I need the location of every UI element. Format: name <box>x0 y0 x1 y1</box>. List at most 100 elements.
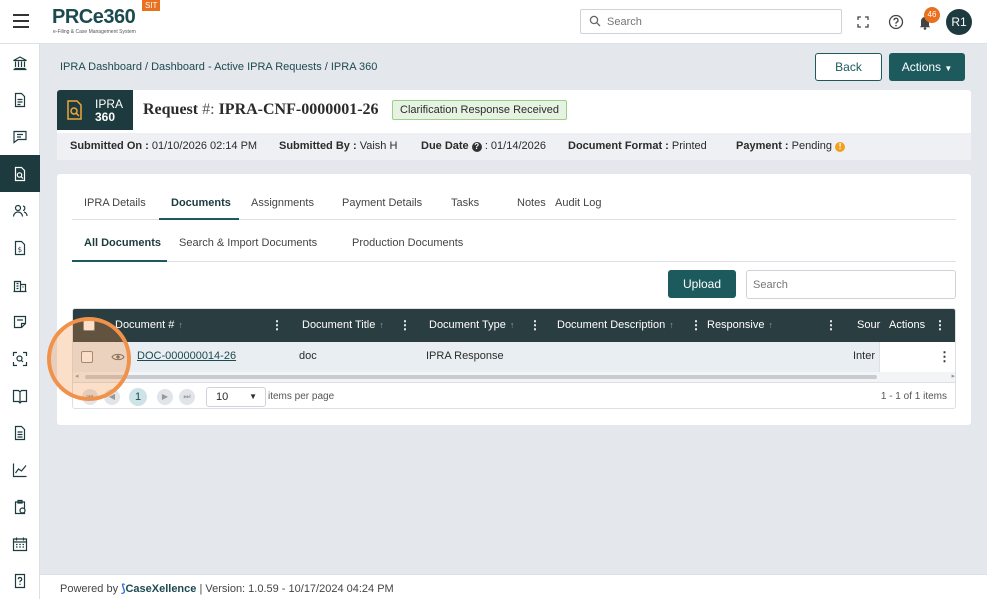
sidebar-item-scan[interactable] <box>0 340 40 377</box>
column-menu-icon[interactable]: ⋮ <box>271 318 283 332</box>
submitted-on: Submitted On : 01/10/2026 02:14 PM <box>70 140 257 152</box>
sidebar-item-tasks[interactable] <box>0 488 40 525</box>
submitted-by-value: Vaish H <box>359 140 398 152</box>
sidebar-item-ipra[interactable] <box>0 155 40 192</box>
col-responsive-label: Responsive <box>707 319 765 331</box>
sidebar-item-users[interactable] <box>0 192 40 229</box>
column-menu-icon[interactable]: ⋮ <box>825 318 837 332</box>
source-cell: Inter <box>853 350 876 362</box>
request-header-card: IPRA 360 Request #: IPRA-CNF-0000001-26 … <box>57 90 971 160</box>
svg-text:$: $ <box>18 246 22 254</box>
document-number-link[interactable]: DOC-000000014-26 <box>137 350 236 362</box>
submitted-on-value: 01/10/2026 02:14 PM <box>151 140 258 152</box>
request-title: Request #: IPRA-CNF-0000001-26 <box>143 101 379 119</box>
scrollbar-thumb[interactable] <box>85 375 877 379</box>
due-date-value: : 01/14/2026 <box>484 140 546 152</box>
sidebar-item-documents[interactable] <box>0 81 40 118</box>
breadcrumb[interactable]: IPRA Dashboard / Dashboard - Active IPRA… <box>60 61 377 73</box>
scroll-right-icon[interactable]: ▸ <box>951 372 955 380</box>
sidebar: $ <box>0 44 40 599</box>
subtab-all-documents[interactable]: All Documents <box>84 237 161 249</box>
sidebar-item-billing[interactable]: $ <box>0 229 40 266</box>
col-document-title[interactable]: Document Title ↑ <box>302 319 384 331</box>
upload-button[interactable]: Upload <box>668 270 736 298</box>
last-page-icon[interactable]: ⏭ <box>179 389 195 405</box>
sort-arrow-icon: ↑ <box>379 320 384 330</box>
submitted-by-label: Submitted By : <box>279 140 357 152</box>
document-search-icon <box>67 100 82 120</box>
active-subtab-indicator <box>72 260 167 262</box>
submitted-by: Submitted By : Vaish H <box>279 140 397 152</box>
fullscreen-icon[interactable] <box>853 12 873 32</box>
sidebar-item-help[interactable] <box>0 562 40 599</box>
grid-search[interactable] <box>746 270 956 299</box>
tab-payment-details[interactable]: Payment Details <box>342 197 422 209</box>
sidebar-item-agencies[interactable] <box>0 266 40 303</box>
col-document-type[interactable]: Document Type ↑ <box>429 319 514 331</box>
current-page[interactable]: 1 <box>129 388 147 406</box>
request-meta-row: Submitted On : 01/10/2026 02:14 PM Submi… <box>57 133 971 160</box>
actions-button[interactable]: Actions ▼ <box>889 53 965 81</box>
sidebar-item-library[interactable] <box>0 377 40 414</box>
tab-assignments[interactable]: Assignments <box>251 197 314 209</box>
next-page-icon[interactable]: ▶ <box>157 389 173 405</box>
sidebar-item-messages[interactable] <box>0 118 40 155</box>
env-badge: SIT <box>142 0 161 11</box>
grid-search-input[interactable] <box>753 277 943 293</box>
ipra-360-badge: IPRA 360 <box>57 90 133 130</box>
request-id: IPRA-CNF-0000001-26 <box>218 101 379 118</box>
row-actions-menu-icon[interactable]: ⋮ <box>938 349 951 365</box>
footer-text: Powered by ⟆CaseXellence | Version: 1.0.… <box>60 582 394 595</box>
pager: ⏮ ◀ 1 ▶ ⏭ 10 ▼ items per page 1 - 1 of 1 … <box>73 382 955 408</box>
help-document-icon <box>14 573 26 588</box>
back-button[interactable]: Back <box>815 53 882 81</box>
sidebar-item-analytics[interactable] <box>0 451 40 488</box>
book-icon <box>12 389 28 404</box>
horizontal-scrollbar[interactable]: ◂ ▸ <box>73 372 955 382</box>
click-highlight-marker <box>47 317 131 401</box>
subtab-search-import[interactable]: Search & Import Documents <box>179 237 317 249</box>
page-size-select[interactable]: 10 ▼ <box>206 387 266 407</box>
payment: Payment : Pending ! <box>736 140 846 152</box>
subtab-production-documents[interactable]: Production Documents <box>352 237 463 249</box>
info-icon[interactable]: ? <box>471 142 482 152</box>
page-size-value: 10 <box>216 391 229 403</box>
tab-ipra-details[interactable]: IPRA Details <box>84 197 146 209</box>
col-source[interactable]: Sour <box>857 319 880 331</box>
tab-documents[interactable]: Documents <box>171 197 231 209</box>
tab-audit-log[interactable]: Audit Log <box>555 197 601 209</box>
badge-label-ipra: IPRA <box>95 97 124 111</box>
hamburger-menu-icon[interactable] <box>13 14 29 28</box>
column-menu-icon[interactable]: ⋮ <box>529 318 541 332</box>
help-icon[interactable] <box>886 12 906 32</box>
global-search-input[interactable] <box>607 14 832 30</box>
table-row[interactable]: DOC-000000014-26 doc IPRA Response Inter… <box>73 342 955 372</box>
user-avatar[interactable]: R1 <box>946 9 972 35</box>
column-menu-icon[interactable]: ⋮ <box>934 318 946 332</box>
sidebar-item-dashboard[interactable] <box>0 44 40 81</box>
col-responsive[interactable]: Responsive ↑ <box>707 319 773 331</box>
tab-notes[interactable]: Notes <box>517 197 546 209</box>
column-menu-icon[interactable]: ⋮ <box>690 318 702 332</box>
active-tab-indicator <box>159 218 239 220</box>
main-tabs: IPRA Details Documents Assignments Payme… <box>72 192 956 220</box>
search-icon <box>589 15 601 27</box>
col-document-description[interactable]: Document Description ↑ <box>557 319 674 331</box>
grid-header: Document # ↑ ⋮ Document Title ↑ ⋮ Document… <box>73 309 955 342</box>
sidebar-item-calendar[interactable] <box>0 525 40 562</box>
sidebar-item-reports[interactable] <box>0 414 40 451</box>
actions-button-label: Actions <box>901 60 942 74</box>
tab-tasks[interactable]: Tasks <box>451 197 479 209</box>
column-menu-icon[interactable]: ⋮ <box>399 318 411 332</box>
sort-arrow-icon: ↑ <box>669 320 674 330</box>
due-date-label: Due Date <box>421 140 469 152</box>
sidebar-item-notes[interactable] <box>0 303 40 340</box>
footer-version: | Version: 1.0.59 - 10/17/2024 04:24 PM <box>199 583 394 595</box>
chevron-down-icon: ▼ <box>249 392 257 401</box>
global-search[interactable] <box>580 9 842 34</box>
col-document-number[interactable]: Document # ↑ <box>115 319 183 331</box>
file-lines-icon <box>14 425 26 440</box>
status-badge: Clarification Response Received <box>392 100 567 120</box>
top-bar: PRCe360 e-Filing & Case Management Syste… <box>0 0 987 44</box>
pager-info: 1 - 1 of 1 items <box>880 391 947 402</box>
